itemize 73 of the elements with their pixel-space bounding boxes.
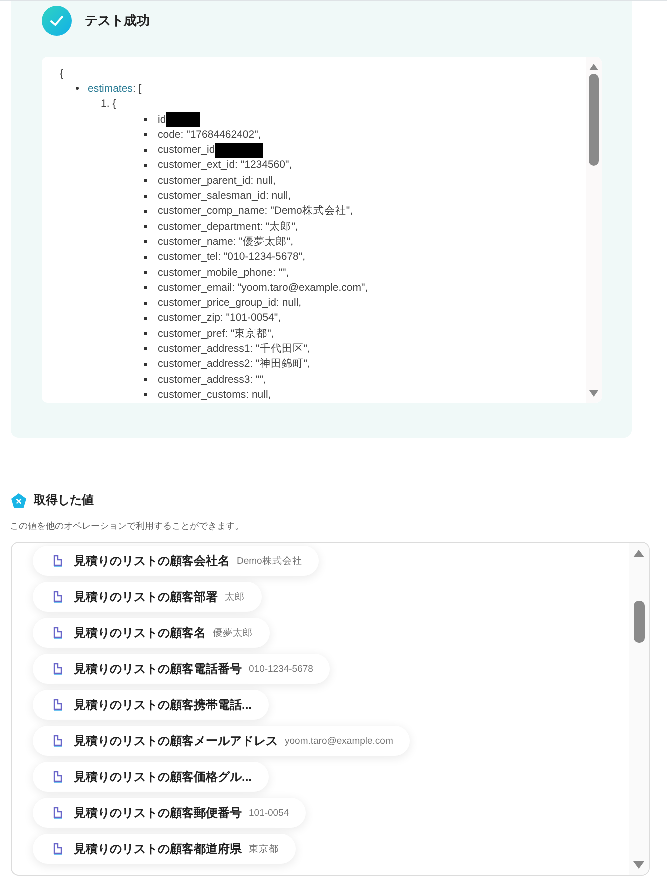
code-text: customer_mobile_phone: "",: [158, 266, 290, 278]
code-text: customer_address2: "神田錦町",: [158, 357, 310, 372]
check-icon: [42, 6, 72, 36]
code-text: id: [158, 114, 166, 126]
result-title: テスト成功: [85, 12, 150, 30]
bullet-icon: [144, 194, 147, 198]
bullet-icon: [144, 210, 147, 213]
bullet-icon: [144, 271, 147, 274]
scroll-thumb[interactable]: [589, 74, 599, 166]
value-chip[interactable]: 見積りのリストの顧客メールアドレス yoom.taro@example.com: [33, 726, 410, 756]
code-text: customer_address3: "",: [158, 374, 266, 386]
code-text: customer_zip: "101-0054",: [158, 312, 282, 324]
document-icon: [53, 699, 63, 711]
scrollbar[interactable]: [586, 57, 602, 403]
code-text: customer_salesman_id: null,: [158, 190, 292, 202]
code-text: customer_address1: "千代田区",: [158, 342, 310, 356]
document-icon: [53, 735, 63, 747]
code-text: estimates: [: [88, 82, 142, 95]
document-icon: [53, 807, 63, 819]
section-title: 取得した値: [34, 492, 94, 509]
scroll-up-icon[interactable]: [633, 549, 645, 558]
value-chip[interactable]: 見積りのリストの顧客名 優夢太郎: [33, 618, 270, 648]
bullet-icon: [144, 118, 147, 122]
value-chip[interactable]: 見積りのリストの顧客価格グル...: [33, 762, 270, 792]
code-text: customer_ext_id: "1234560",: [158, 159, 292, 172]
bullet-icon: [144, 286, 147, 290]
code-text: customer_id: [158, 144, 216, 156]
bullet-icon: [144, 225, 147, 228]
code-text: customer_tel: "010-1234-5678",: [158, 251, 306, 264]
code-text: customer_comp_name: "Demo株式会社",: [158, 204, 354, 218]
value-chip[interactable]: 見積りのリストの顧客携帯電話...: [33, 690, 270, 720]
code-text: customer_pref: "東京都",: [158, 326, 274, 341]
code-text: customer_department: "太郎",: [158, 220, 298, 234]
document-icon: [53, 843, 63, 855]
value-chip[interactable]: 見積りのリストの顧客電話番号 010-1234-5678: [33, 654, 330, 684]
scroll-down-icon[interactable]: [589, 390, 599, 398]
bullet-icon: [144, 164, 147, 167]
bullet-icon: [76, 87, 79, 90]
pentagon-icon: [11, 492, 27, 508]
bullet-icon: [144, 256, 147, 259]
section-description: この値を他のオペレーションで利用することができます。: [10, 520, 245, 533]
code-text: customer_price_group_id: null,: [158, 297, 302, 310]
value-chip[interactable]: 見積りのリストの顧客郵便番号 101-0054: [33, 798, 306, 828]
document-icon: [53, 771, 63, 783]
document-icon: [53, 555, 63, 567]
bullet-icon: [144, 302, 147, 305]
document-icon: [53, 627, 63, 639]
code-text: customer_name: "優夢太郎",: [158, 234, 294, 249]
bullet-icon: [144, 133, 147, 136]
bullet-icon: [144, 362, 147, 366]
document-icon: [53, 591, 63, 603]
scroll-thumb[interactable]: [634, 601, 644, 643]
bullet-icon: [144, 148, 147, 152]
code-text: {: [60, 68, 64, 80]
scrollbar[interactable]: [629, 543, 649, 875]
value-chip[interactable]: 見積りのリストの顧客都道府県 東京都: [33, 834, 296, 864]
bullet-icon: [144, 347, 147, 350]
code-text: 1. {: [101, 98, 116, 110]
code-text: code: "17684462402",: [158, 128, 262, 141]
scroll-up-icon[interactable]: [589, 63, 599, 71]
code-text: customer_parent_id: null,: [158, 174, 276, 187]
bullet-icon: [144, 179, 147, 182]
value-chip[interactable]: 見積りのリストの顧客会社名 Demo株式会社: [33, 546, 320, 576]
code-text: customer_customs: null,: [158, 388, 272, 401]
bullet-icon: [144, 393, 147, 396]
code-text: customer_email: "yoom.taro@example.com",: [158, 282, 368, 294]
scroll-down-icon[interactable]: [633, 861, 645, 870]
bullet-icon: [144, 378, 147, 382]
bullet-icon: [144, 240, 147, 244]
document-icon: [53, 663, 63, 675]
bullet-icon: [144, 332, 147, 336]
value-chip[interactable]: 見積りのリストの顧客部署 太郎: [33, 582, 262, 612]
bullet-icon: [144, 316, 147, 320]
